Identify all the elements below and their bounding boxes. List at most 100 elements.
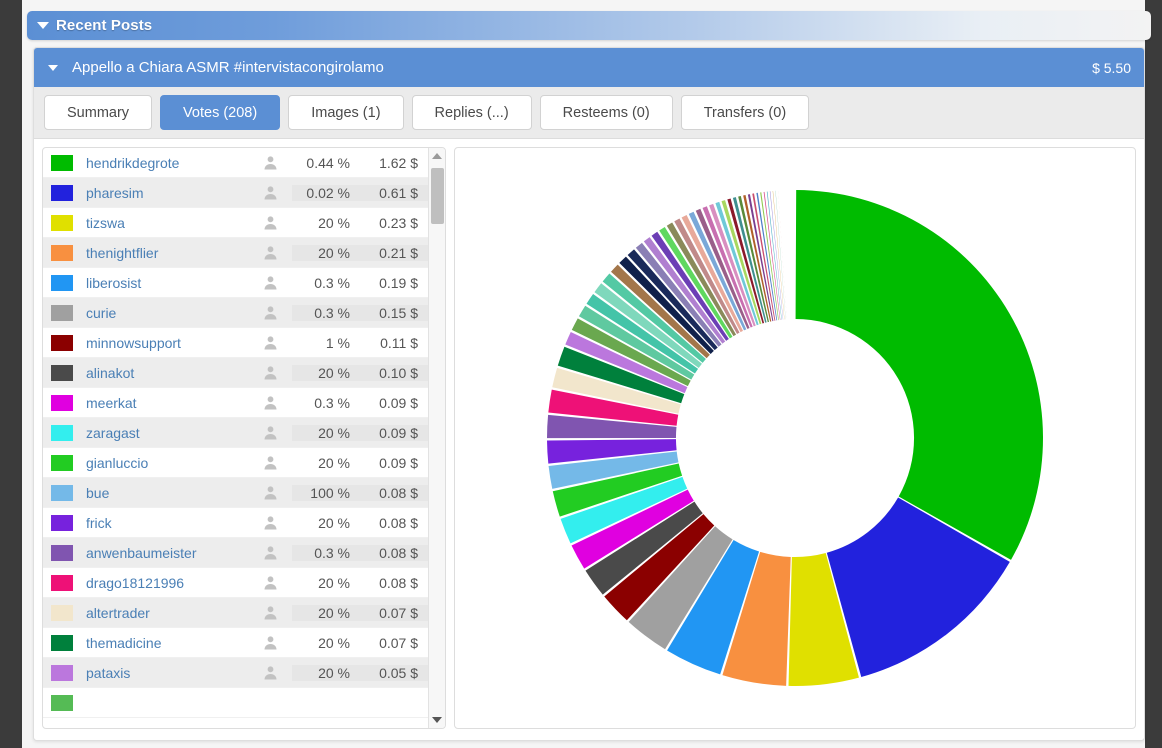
tab-transfers-0[interactable]: Transfers (0) [680, 95, 810, 130]
person-avatar-icon [264, 306, 276, 320]
post-header[interactable]: Appello a Chiara ASMR #intervistacongiro… [34, 48, 1144, 87]
voter-name[interactable]: liberosist [86, 275, 248, 291]
person-avatar-icon [248, 575, 292, 590]
person-avatar-icon [264, 396, 276, 410]
color-swatch [51, 574, 73, 591]
person-avatar-icon [248, 365, 292, 380]
table-row[interactable]: altertrader 20 % 0.07 $ [43, 598, 428, 628]
voter-name[interactable]: curie [86, 305, 248, 321]
vote-value-usd: 0.21 $ [362, 244, 428, 261]
vote-value-usd: 0.10 $ [362, 364, 428, 381]
voter-name[interactable]: gianluccio [86, 455, 248, 471]
vote-percent: 20 % [318, 514, 350, 531]
table-row[interactable]: thenightflier 20 % 0.21 $ [43, 238, 428, 268]
voter-name[interactable]: pataxis [86, 665, 248, 681]
table-row[interactable]: anwenbaumeister 0.3 % 0.08 $ [43, 538, 428, 568]
table-row[interactable]: gianluccio 20 % 0.09 $ [43, 448, 428, 478]
voter-name[interactable]: zaragast [86, 425, 248, 441]
vote-value-usd: 0.07 $ [379, 634, 418, 651]
vote-value-usd: 0.08 $ [379, 514, 418, 531]
table-row[interactable]: themadicine 20 % 0.07 $ [43, 628, 428, 658]
person-avatar-icon [264, 216, 276, 230]
person-avatar-icon [264, 546, 276, 560]
vote-percent: 20 % [292, 364, 362, 381]
person-avatar-icon [264, 366, 276, 380]
table-row[interactable]: bue 100 % 0.08 $ [43, 478, 428, 508]
voter-name[interactable]: themadicine [86, 635, 248, 651]
vote-percent: 0.44 % [306, 154, 350, 171]
color-swatch [51, 424, 73, 441]
table-row[interactable]: alinakot 20 % 0.10 $ [43, 358, 428, 388]
color-swatch [51, 304, 73, 321]
color-swatch [51, 184, 73, 201]
recent-posts-header[interactable]: Recent Posts [27, 11, 1151, 40]
table-row[interactable]: liberosist 0.3 % 0.19 $ [43, 268, 428, 298]
table-row[interactable]: pharesim 0.02 % 0.61 $ [43, 178, 428, 208]
color-swatch [51, 514, 73, 531]
votes-scrollbar[interactable] [428, 148, 445, 728]
color-swatch [51, 634, 73, 651]
vote-percent: 20 % [318, 454, 350, 471]
post-amount: $ 5.50 [1092, 59, 1131, 76]
scroll-down-arrow-icon[interactable] [432, 717, 442, 723]
donut-chart[interactable] [535, 166, 1055, 711]
vote-value-usd: 0.09 $ [379, 454, 418, 471]
vote-value-usd: 0.08 $ [379, 574, 418, 591]
panel-body: hendrikdegrote 0.44 % 1.62 $ pharesim 0.02 %… [34, 139, 1144, 740]
table-row[interactable]: pataxis 20 % 0.05 $ [43, 658, 428, 688]
voter-name[interactable]: tizswa [86, 215, 248, 231]
table-row[interactable]: drago18121996 20 % 0.08 $ [43, 568, 428, 598]
voter-name[interactable]: frick [86, 515, 248, 531]
person-avatar-icon [264, 276, 276, 290]
tab-images-1[interactable]: Images (1) [288, 95, 404, 130]
scrollbar-thumb[interactable] [431, 168, 444, 224]
tab-summary[interactable]: Summary [44, 95, 153, 130]
person-avatar-icon [248, 425, 292, 440]
caret-down-icon[interactable] [48, 64, 58, 71]
scroll-up-arrow-icon[interactable] [432, 153, 442, 159]
voter-name[interactable]: hendrikdegrote [86, 155, 248, 171]
voter-name[interactable]: meerkat [86, 395, 248, 411]
tab-replies[interactable]: Replies (...) [411, 95, 532, 130]
voter-name[interactable]: thenightflier [86, 245, 248, 261]
vote-value-usd: 1.62 $ [379, 154, 418, 171]
table-row[interactable]: hendrikdegrote 0.44 % 1.62 $ [43, 148, 428, 178]
table-row[interactable]: frick 20 % 0.08 $ [43, 508, 428, 538]
voter-name[interactable]: anwenbaumeister [86, 545, 248, 561]
vote-percent: 20 % [318, 574, 350, 591]
color-swatch [51, 394, 73, 411]
table-row[interactable]: curie 0.3 % 0.15 $ [43, 298, 428, 328]
voter-name[interactable]: drago18121996 [86, 575, 248, 591]
voter-name[interactable]: altertrader [86, 605, 248, 621]
person-avatar-icon [248, 515, 292, 530]
person-avatar-icon [264, 456, 276, 470]
voter-name[interactable]: minnowsupport [86, 335, 248, 351]
vote-percent: 20 % [292, 664, 362, 681]
person-avatar-icon [248, 185, 292, 200]
votes-list-card: hendrikdegrote 0.44 % 1.62 $ pharesim 0.02 %… [42, 147, 446, 729]
voter-name[interactable]: alinakot [86, 365, 248, 381]
post-panel: Appello a Chiara ASMR #intervistacongiro… [33, 47, 1145, 741]
table-row[interactable]: tizswa 20 % 0.23 $ [43, 208, 428, 238]
table-row[interactable]: minnowsupport 1 % 0.11 $ [43, 328, 428, 358]
vote-percent: 20 % [318, 214, 350, 231]
tab-resteems-0[interactable]: Resteems (0) [539, 95, 673, 130]
voter-name[interactable]: bue [86, 485, 248, 501]
color-swatch [51, 454, 73, 471]
vote-value-usd: 0.15 $ [362, 304, 428, 321]
table-row[interactable]: zaragast 20 % 0.09 $ [43, 418, 428, 448]
person-avatar-icon [248, 245, 292, 260]
person-avatar-icon [264, 156, 276, 170]
vote-percent: 100 % [292, 484, 362, 501]
vote-value-usd: 0.11 $ [380, 334, 418, 351]
tab-votes-208[interactable]: Votes (208) [160, 95, 281, 130]
voter-name[interactable]: pharesim [86, 185, 248, 201]
color-swatch [51, 694, 73, 711]
main-content: Recent Posts Appello a Chiara ASMR #inte… [22, 0, 1151, 748]
person-avatar-icon [248, 605, 292, 620]
person-avatar-icon [264, 426, 276, 440]
vote-percent: 0.3 % [292, 304, 362, 321]
table-row[interactable]: meerkat 0.3 % 0.09 $ [43, 388, 428, 418]
scrollbar-track[interactable] [429, 164, 445, 712]
table-row[interactable] [43, 688, 428, 718]
